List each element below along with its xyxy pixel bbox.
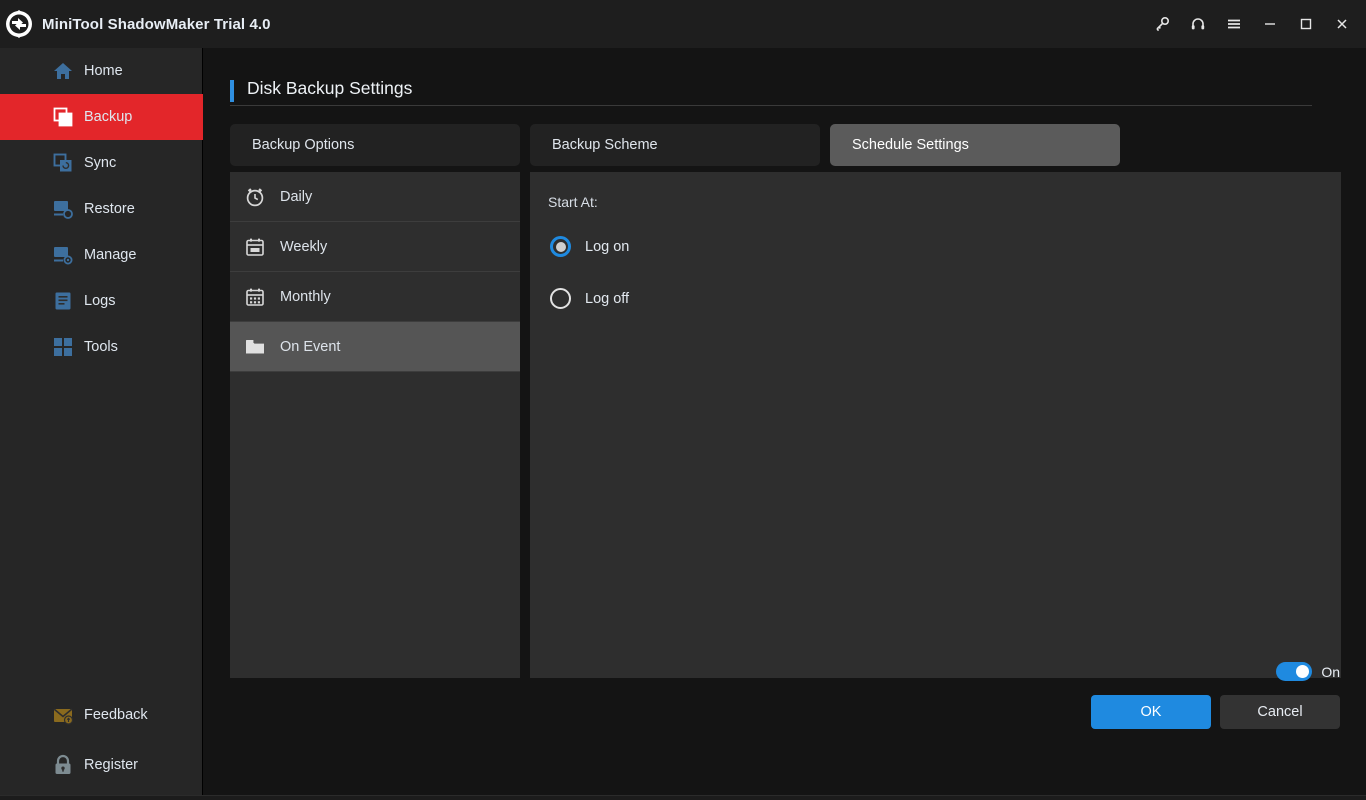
key-icon[interactable] — [1144, 0, 1180, 48]
restore-icon — [52, 198, 74, 220]
start-at-label: Start At: — [548, 194, 598, 210]
sidebar-item-sync[interactable]: Sync — [0, 140, 203, 186]
tab-backup-options[interactable]: Backup Options — [230, 124, 520, 166]
sidebar-item-label: Backup — [84, 109, 133, 125]
sidebar-item-logs[interactable]: Logs — [0, 278, 203, 324]
cancel-button[interactable]: Cancel — [1220, 695, 1340, 729]
sidebar-item-tools[interactable]: Tools — [0, 324, 203, 370]
sidebar-item-feedback[interactable]: Feedback — [0, 690, 203, 740]
radio-label: Log off — [585, 290, 630, 307]
sidebar-item-home[interactable]: Home — [0, 48, 203, 94]
manage-icon — [52, 244, 74, 266]
sidebar-item-register[interactable]: Register — [0, 740, 203, 790]
list-item-weekly[interactable]: Weekly — [230, 222, 520, 272]
radio-label: Log on — [585, 238, 630, 255]
list-item-label: Daily — [280, 188, 313, 205]
tab-schedule-settings[interactable]: Schedule Settings — [830, 124, 1120, 166]
app-title: MiniTool ShadowMaker Trial 4.0 — [42, 15, 271, 33]
sidebar-item-label: Logs — [84, 293, 116, 309]
list-item-label: On Event — [280, 338, 341, 355]
tools-icon — [52, 336, 74, 358]
tab-label: Backup Options — [252, 137, 355, 153]
sidebar-item-label: Register — [84, 757, 138, 773]
sidebar-item-restore[interactable]: Restore — [0, 186, 203, 232]
sidebar-item-label: Feedback — [84, 707, 148, 723]
list-item-label: Weekly — [280, 238, 328, 255]
lock-icon — [52, 754, 74, 776]
minimize-icon[interactable] — [1252, 0, 1288, 48]
ok-button[interactable]: OK — [1091, 695, 1211, 729]
sidebar-item-label: Tools — [84, 339, 118, 355]
feedback-envelope-icon — [52, 704, 74, 726]
sidebar-primary-nav: Home Backup Sync Restore Manage Logs Too… — [0, 48, 203, 370]
toggle-state-label: On — [1321, 663, 1340, 680]
schedule-type-list: Daily Weekly Monthly On Event — [230, 172, 520, 678]
tab-backup-scheme[interactable]: Backup Scheme — [530, 124, 820, 166]
page-title: Disk Backup Settings — [247, 78, 413, 98]
list-item-monthly[interactable]: Monthly — [230, 272, 520, 322]
folder-icon — [244, 336, 266, 358]
dialog-buttons: OK Cancel — [1091, 695, 1340, 729]
title-bar: MiniTool ShadowMaker Trial 4.0 — [0, 0, 1366, 48]
cancel-button-label: Cancel — [1257, 704, 1303, 720]
logs-icon — [52, 290, 74, 312]
sidebar-secondary-nav: Feedback Register — [0, 690, 203, 790]
sidebar-item-label: Manage — [84, 247, 137, 263]
list-item-on-event[interactable]: On Event — [230, 322, 520, 372]
headset-icon[interactable] — [1180, 0, 1216, 48]
sidebar-item-backup[interactable]: Backup — [0, 94, 203, 140]
ok-button-label: OK — [1140, 704, 1162, 720]
schedule-detail-panel: Start At: Log on Log off — [530, 172, 1341, 678]
calendar-icon — [244, 236, 266, 258]
sidebar-item-label: Restore — [84, 201, 135, 217]
sidebar-item-label: Home — [84, 63, 123, 79]
list-item-daily[interactable]: Daily — [230, 172, 520, 222]
tab-label: Backup Scheme — [552, 137, 658, 153]
alarm-clock-icon — [244, 186, 266, 208]
radio-option-log-on[interactable]: Log on — [550, 236, 629, 257]
sidebar-item-manage[interactable]: Manage — [0, 232, 203, 278]
tab-label: Schedule Settings — [852, 137, 969, 153]
home-icon — [52, 60, 74, 82]
title-accent-bar — [230, 80, 234, 102]
radio-option-log-off[interactable]: Log off — [550, 288, 629, 309]
schedule-enable-toggle-group: On — [1276, 662, 1340, 681]
close-icon[interactable] — [1324, 0, 1360, 48]
sidebar: Home Backup Sync Restore Manage Logs Too… — [0, 48, 203, 795]
settings-tabs: Backup Options Backup Scheme Schedule Se… — [230, 124, 1130, 166]
backup-icon — [52, 106, 74, 128]
list-item-label: Monthly — [280, 288, 331, 305]
app-window: MiniTool ShadowMaker Trial 4.0 Home Back… — [0, 0, 1366, 800]
schedule-enable-toggle[interactable] — [1276, 662, 1313, 681]
window-bottom-edge — [0, 795, 1366, 800]
radio-button-selected[interactable] — [550, 236, 571, 257]
sync-icon — [52, 152, 74, 174]
header-divider — [230, 105, 1312, 106]
maximize-icon[interactable] — [1288, 0, 1324, 48]
app-logo-icon — [4, 9, 34, 39]
sidebar-item-label: Sync — [84, 155, 117, 171]
hamburger-menu-icon[interactable] — [1216, 0, 1252, 48]
calendar-grid-icon — [244, 286, 266, 308]
radio-button-unselected[interactable] — [550, 288, 571, 309]
